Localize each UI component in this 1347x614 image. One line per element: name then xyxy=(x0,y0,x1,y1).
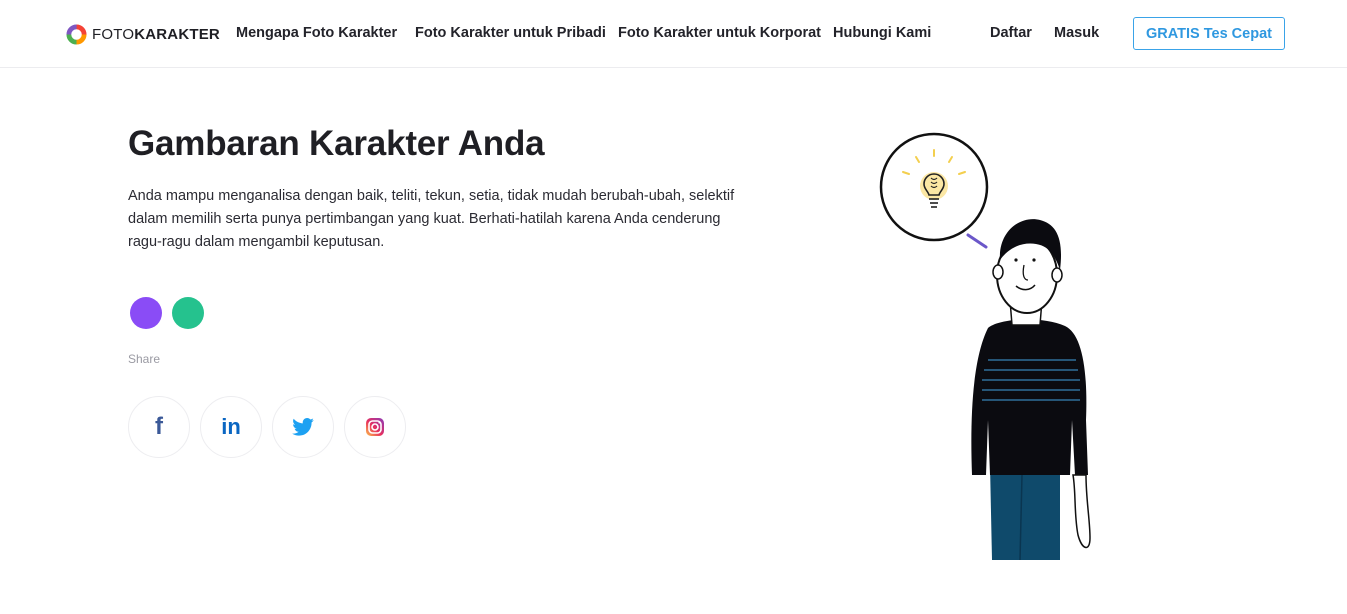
character-description: Anda mampu menganalisa dengan baik, teli… xyxy=(128,188,735,250)
nav-personal[interactable]: Foto Karakter untuk Pribadi xyxy=(415,25,606,41)
register-link[interactable]: Daftar xyxy=(990,25,1032,41)
login-link[interactable]: Masuk xyxy=(1054,25,1099,41)
share-instagram-button[interactable] xyxy=(344,396,406,458)
share-facebook-button[interactable]: f xyxy=(128,396,190,458)
share-twitter-button[interactable] xyxy=(272,396,334,458)
nav-contact[interactable]: Hubungi Kami xyxy=(833,25,931,41)
free-quick-test-button[interactable]: GRATIS Tes Cepat xyxy=(1133,17,1285,50)
twitter-icon xyxy=(292,418,314,436)
multicolor-ring-logo-icon xyxy=(66,23,87,45)
man-figure xyxy=(971,219,1091,560)
nav-why-foto-karakter[interactable]: Mengapa Foto Karakter xyxy=(236,25,397,41)
brand-name-bold: KARAKTER xyxy=(134,25,220,43)
thinking-man-illustration xyxy=(879,132,1091,560)
share-label: Share xyxy=(128,352,161,366)
color-dot-green xyxy=(172,297,204,329)
color-dot-purple xyxy=(130,297,162,329)
share-linkedin-button[interactable]: in xyxy=(200,396,262,458)
nav-corporate[interactable]: Foto Karakter untuk Korporat xyxy=(618,25,821,41)
thought-bubble-icon xyxy=(879,132,989,249)
facebook-icon: f xyxy=(155,413,163,440)
instagram-icon xyxy=(366,418,384,436)
top-navbar: FOTOKARAKTER Mengapa Foto Karakter Foto … xyxy=(0,0,1347,68)
brand-name-light: FOTO xyxy=(92,25,135,43)
linkedin-icon: in xyxy=(221,414,241,439)
page-title: Gambaran Karakter Anda xyxy=(128,124,545,163)
brand-name: FOTOKARAKTER xyxy=(92,26,220,43)
brand-logo[interactable]: FOTOKARAKTER xyxy=(66,23,220,45)
